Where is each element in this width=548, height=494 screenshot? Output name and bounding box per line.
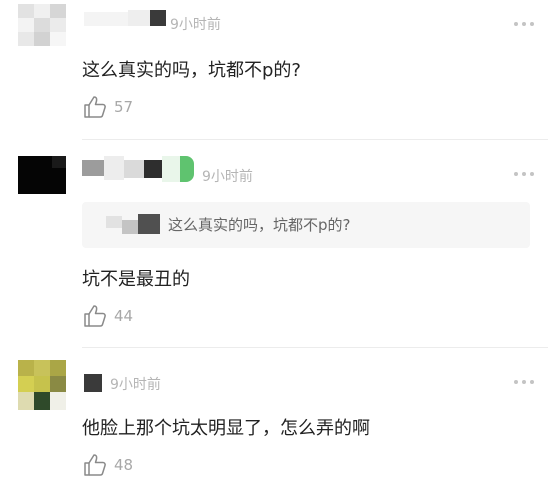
like-count: 48 xyxy=(114,456,134,474)
more-dots-icon[interactable] xyxy=(514,172,534,176)
comment-item: 9小时前 这么真实的吗，坑都不p的? 坑不是最丑的 44 xyxy=(0,140,548,348)
more-dots-icon[interactable] xyxy=(514,380,534,384)
timestamp: 9小时前 xyxy=(110,377,161,393)
comment-text: 坑不是最丑的 xyxy=(82,269,190,290)
quoted-text: 这么真实的吗，坑都不p的? xyxy=(168,216,351,234)
timestamp: 9小时前 xyxy=(202,169,253,185)
thumbs-up-icon xyxy=(84,454,106,476)
username[interactable] xyxy=(84,374,104,392)
comment-item: 9小时前 他脸上那个坑太明显了，怎么弄的啊 48 xyxy=(0,348,548,494)
comment-item: 9小时前 这么真实的吗，坑都不p的? 57 xyxy=(0,0,548,140)
comment-text: 他脸上那个坑太明显了，怎么弄的啊 xyxy=(82,418,370,439)
avatar[interactable] xyxy=(18,156,66,194)
username[interactable] xyxy=(82,156,198,184)
quoted-comment: 这么真实的吗，坑都不p的? xyxy=(82,202,530,248)
username[interactable] xyxy=(84,8,170,28)
comment-text: 这么真实的吗，坑都不p的? xyxy=(82,60,301,81)
timestamp: 9小时前 xyxy=(170,17,221,33)
thumbs-up-icon xyxy=(84,305,106,327)
like-count: 44 xyxy=(114,307,134,325)
avatar[interactable] xyxy=(18,4,66,46)
quoted-username xyxy=(106,216,122,228)
like-button[interactable]: 48 xyxy=(82,452,133,478)
like-button[interactable]: 44 xyxy=(82,303,133,329)
thumbs-up-icon xyxy=(84,96,106,118)
like-count: 57 xyxy=(114,98,134,116)
avatar[interactable] xyxy=(18,360,66,410)
like-button[interactable]: 57 xyxy=(82,94,133,120)
more-dots-icon[interactable] xyxy=(514,22,534,26)
